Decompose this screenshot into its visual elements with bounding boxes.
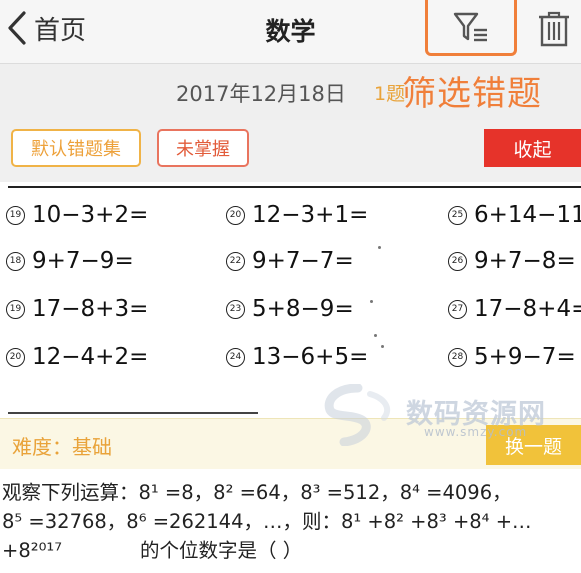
date-label: 2017年12月18日 <box>176 82 346 106</box>
problem-number: 25 <box>448 205 467 225</box>
problem-number: 19 <box>6 299 25 319</box>
collapse-button[interactable]: 收起 <box>484 129 581 167</box>
question-text: 观察下列运算：8¹ =8，8² =64，8³ =512，8⁴ =4096， 8⁵… <box>2 478 576 565</box>
difficulty-label: 难度：基础 <box>12 435 112 459</box>
problem-number: 23 <box>226 299 245 319</box>
problem-number: 22 <box>226 251 245 271</box>
equation-text: 13−6+5= <box>252 344 369 370</box>
equation-cell: 28 5+9−7= <box>448 344 576 370</box>
equation-text: 5+8−9= <box>252 296 354 322</box>
watermark-url: www.smzy.com <box>424 425 528 439</box>
equation-cell: 26 9+7−8= <box>448 248 576 274</box>
filter-annotation: 筛选错题 <box>402 74 542 114</box>
problem-number: 27 <box>448 299 467 319</box>
filter-toolbar: 默认错题集 未掌握 收起 <box>0 120 581 182</box>
filter-icon <box>453 12 487 41</box>
equation-cell: 27 17−8+4= <box>448 296 581 322</box>
problem-number: 20 <box>226 205 245 225</box>
trash-icon <box>539 11 569 47</box>
question-image: 19 10−3+2= 20 12−3+1= 25 6+14−11= 18 9+7−9= 22 9+… <box>0 182 581 418</box>
question-line: +8²⁰¹⁷ 的个位数字是（ ） <box>2 539 303 562</box>
navigation-bar: 首页 数学 <box>0 0 581 64</box>
problem-number: 18 <box>6 251 25 271</box>
equation-text: 12−4+2= <box>32 344 149 370</box>
equation-text: 12−3+1= <box>252 202 369 228</box>
equation-cell: 20 12−4+2= <box>6 344 148 370</box>
equation-text: 17−8+3= <box>32 296 149 322</box>
question-line: 观察下列运算：8¹ =8，8² =64，8³ =512，8⁴ =4096， <box>2 481 512 504</box>
problem-number: 19 <box>6 205 25 225</box>
equation-cell: 19 10−3+2= <box>6 202 148 228</box>
watermark-logo <box>324 384 391 446</box>
equation-cell: 20 12−3+1= <box>226 202 368 228</box>
equation-text: 9+7−7= <box>252 248 354 274</box>
equation-text: 6+14−11= <box>474 202 581 228</box>
problem-number: 24 <box>226 347 245 367</box>
unmastered-button[interactable]: 未掌握 <box>157 129 249 167</box>
problem-number: 20 <box>6 347 25 367</box>
default-set-button[interactable]: 默认错题集 <box>11 129 141 167</box>
question-count: 1题 <box>374 83 406 105</box>
equation-cell: 18 9+7−9= <box>6 248 134 274</box>
problem-number: 26 <box>448 251 467 271</box>
filter-button[interactable] <box>425 0 517 56</box>
divider <box>8 412 258 414</box>
equation-cell: 22 9+7−7= <box>226 248 354 274</box>
delete-button[interactable] <box>534 8 574 50</box>
problem-number: 28 <box>448 347 467 367</box>
equation-cell: 19 17−8+3= <box>6 296 148 322</box>
divider <box>8 186 581 188</box>
speck <box>370 300 373 303</box>
speck <box>374 334 377 337</box>
equation-cell: 24 13−6+5= <box>226 344 368 370</box>
question-line: 8⁵ =32768，8⁶ =262144，…，则：8¹ +8² +8³ +8⁴ … <box>2 510 532 533</box>
equation-text: 10−3+2= <box>32 202 149 228</box>
speck <box>378 246 381 249</box>
speck <box>381 345 384 348</box>
equation-text: 5+9−7= <box>474 344 576 370</box>
equation-text: 9+7−9= <box>32 248 134 274</box>
equation-text: 9+7−8= <box>474 248 576 274</box>
equation-text: 17−8+4= <box>474 296 581 322</box>
equation-cell: 23 5+8−9= <box>226 296 354 322</box>
equation-cell: 25 6+14−11= <box>448 202 581 228</box>
